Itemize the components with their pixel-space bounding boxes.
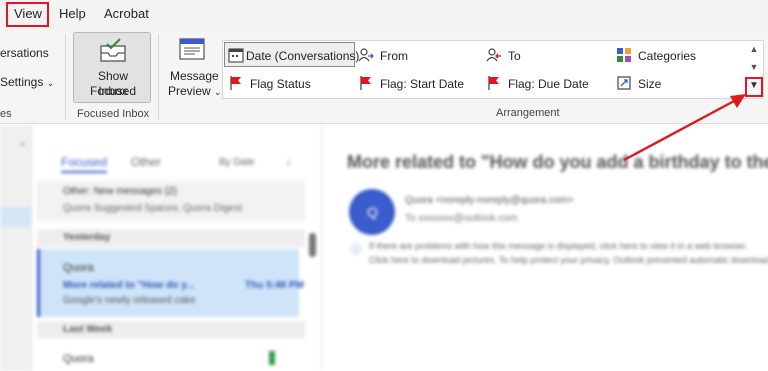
more-dropdown-icon: ▼ [749,80,759,91]
arrange-date-conversations[interactable]: Date (Conversations) [228,45,359,67]
reading-pane: More related to "How do you add a birthd… [323,125,768,371]
preview-label: Preview ⌄ [168,84,222,98]
messages-group-label: es [0,108,12,120]
outlook-window: View Help Acrobat ersations Settings ⌄ e… [0,0,768,371]
flag-icon [488,76,499,90]
flag-icon [230,76,241,90]
download-pictures-notice[interactable]: Click here to download pictures. To help… [369,255,768,265]
chevron-down-icon: ⌄ [46,78,55,88]
flag-start-date-label: Flag: Start Date [380,77,465,91]
section-header[interactable]: Yesterday [37,229,305,247]
categories-icon [617,48,631,62]
section-header[interactable]: Last Week [37,321,305,339]
tab-acrobat[interactable]: Acrobat [104,6,149,21]
sort-dropdown[interactable]: By Date [219,157,255,168]
avatar-initial: Q [367,204,378,220]
arrange-flag-due-date[interactable]: Flag: Due Date [486,73,606,95]
flag-status-label: Flag Status [250,77,311,91]
email-subject: More related to "How do you add a birthd… [347,152,768,172]
message-subject: More related to "How do y... [63,280,195,291]
section-yesterday: Yesterday [63,232,111,243]
gallery-scroll-down-icon[interactable]: ▼ [747,60,761,74]
other-notice-row[interactable]: Other: New messages (2) Quora Suggested … [37,181,305,221]
message-sender: Quora [63,262,94,274]
list-scrollbar-thumb[interactable] [309,233,316,257]
inbox-check-icon [100,38,126,62]
focused-tab-underline [61,171,107,173]
other-notice-title: Other: New messages (2) [63,186,177,197]
message-preview-button[interactable]: Message Preview ⌄ [164,36,222,102]
date-conversations-label: Date (Conversations) [246,49,360,63]
focused-inbox-group-label: Focused Inbox [77,108,150,120]
folder-pane: < [0,125,32,371]
section-last-week: Last Week [63,324,113,335]
next-message-sender[interactable]: Quora [63,353,94,365]
flag-due-date-label: Flag: Due Date [508,77,589,91]
email-to: To xxxxxxx@outlook.com [405,213,518,224]
view-tab-highlight-box [6,2,49,27]
tab-focused[interactable]: Focused [61,155,107,169]
message-label: Message [170,69,219,83]
other-notice-subtitle: Quora Suggested Spaces; Quora Digest [63,203,242,214]
flag-icon [360,76,371,90]
size-label: Size [638,77,662,91]
arrange-to[interactable]: To [486,45,596,67]
group-divider [158,34,159,120]
arrange-categories[interactable]: Categories [616,45,736,67]
folder-item-selected[interactable] [0,207,32,227]
message-list: Focused Other By Date ↓ Other: New messa… [37,125,322,371]
to-person-icon [486,48,501,62]
arrange-flag-start-date[interactable]: Flag: Start Date [358,73,478,95]
message-preview-icon [179,38,205,60]
conversation-settings-button[interactable]: Settings ⌄ [0,75,54,89]
tab-other[interactable]: Other [131,155,161,169]
email-from[interactable]: Quora <noreply-noreply@quora.com> [405,195,574,206]
menu-tab-bar: View Help Acrobat [0,0,768,30]
gallery-more-button[interactable]: ▼ [745,77,763,97]
message-preview: Google's newly released cake [63,295,196,306]
info-icon: ⓘ [351,245,361,256]
to-label: To [508,49,521,63]
gallery-scroll-up-icon[interactable]: ▲ [747,42,761,56]
chevron-left-icon[interactable]: < [20,139,25,149]
arrange-flag-status[interactable]: Flag Status [228,73,348,95]
group-divider [65,34,66,120]
from-label: From [380,49,408,63]
tab-help[interactable]: Help [59,6,86,21]
outlook-body: < Focused Other By Date ↓ Other: New mes… [0,125,768,371]
chevron-down-icon: ⌄ [214,87,222,97]
settings-label: Settings [0,75,44,89]
conversations-button[interactable]: ersations [0,46,49,60]
message-time: Thu 5:48 PM [245,280,304,291]
categories-label: Categories [638,49,697,63]
arrange-size[interactable]: Size [616,73,716,95]
calendar-icon [228,48,244,63]
show-focused-inbox-button[interactable]: Show Focused Inbox [73,32,151,103]
size-icon [617,76,631,90]
arrange-from[interactable]: From [358,45,468,67]
arrangement-group-label: Arrangement [496,107,560,119]
selected-message-row[interactable]: Quora More related to "How do y... Thu 5… [37,249,304,317]
category-tag [269,351,275,365]
display-notice[interactable]: If there are problems with how this mess… [369,241,748,251]
sort-direction-icon[interactable]: ↓ [286,156,292,168]
inbox-label: Inbox [98,84,128,98]
from-person-icon [358,48,374,62]
